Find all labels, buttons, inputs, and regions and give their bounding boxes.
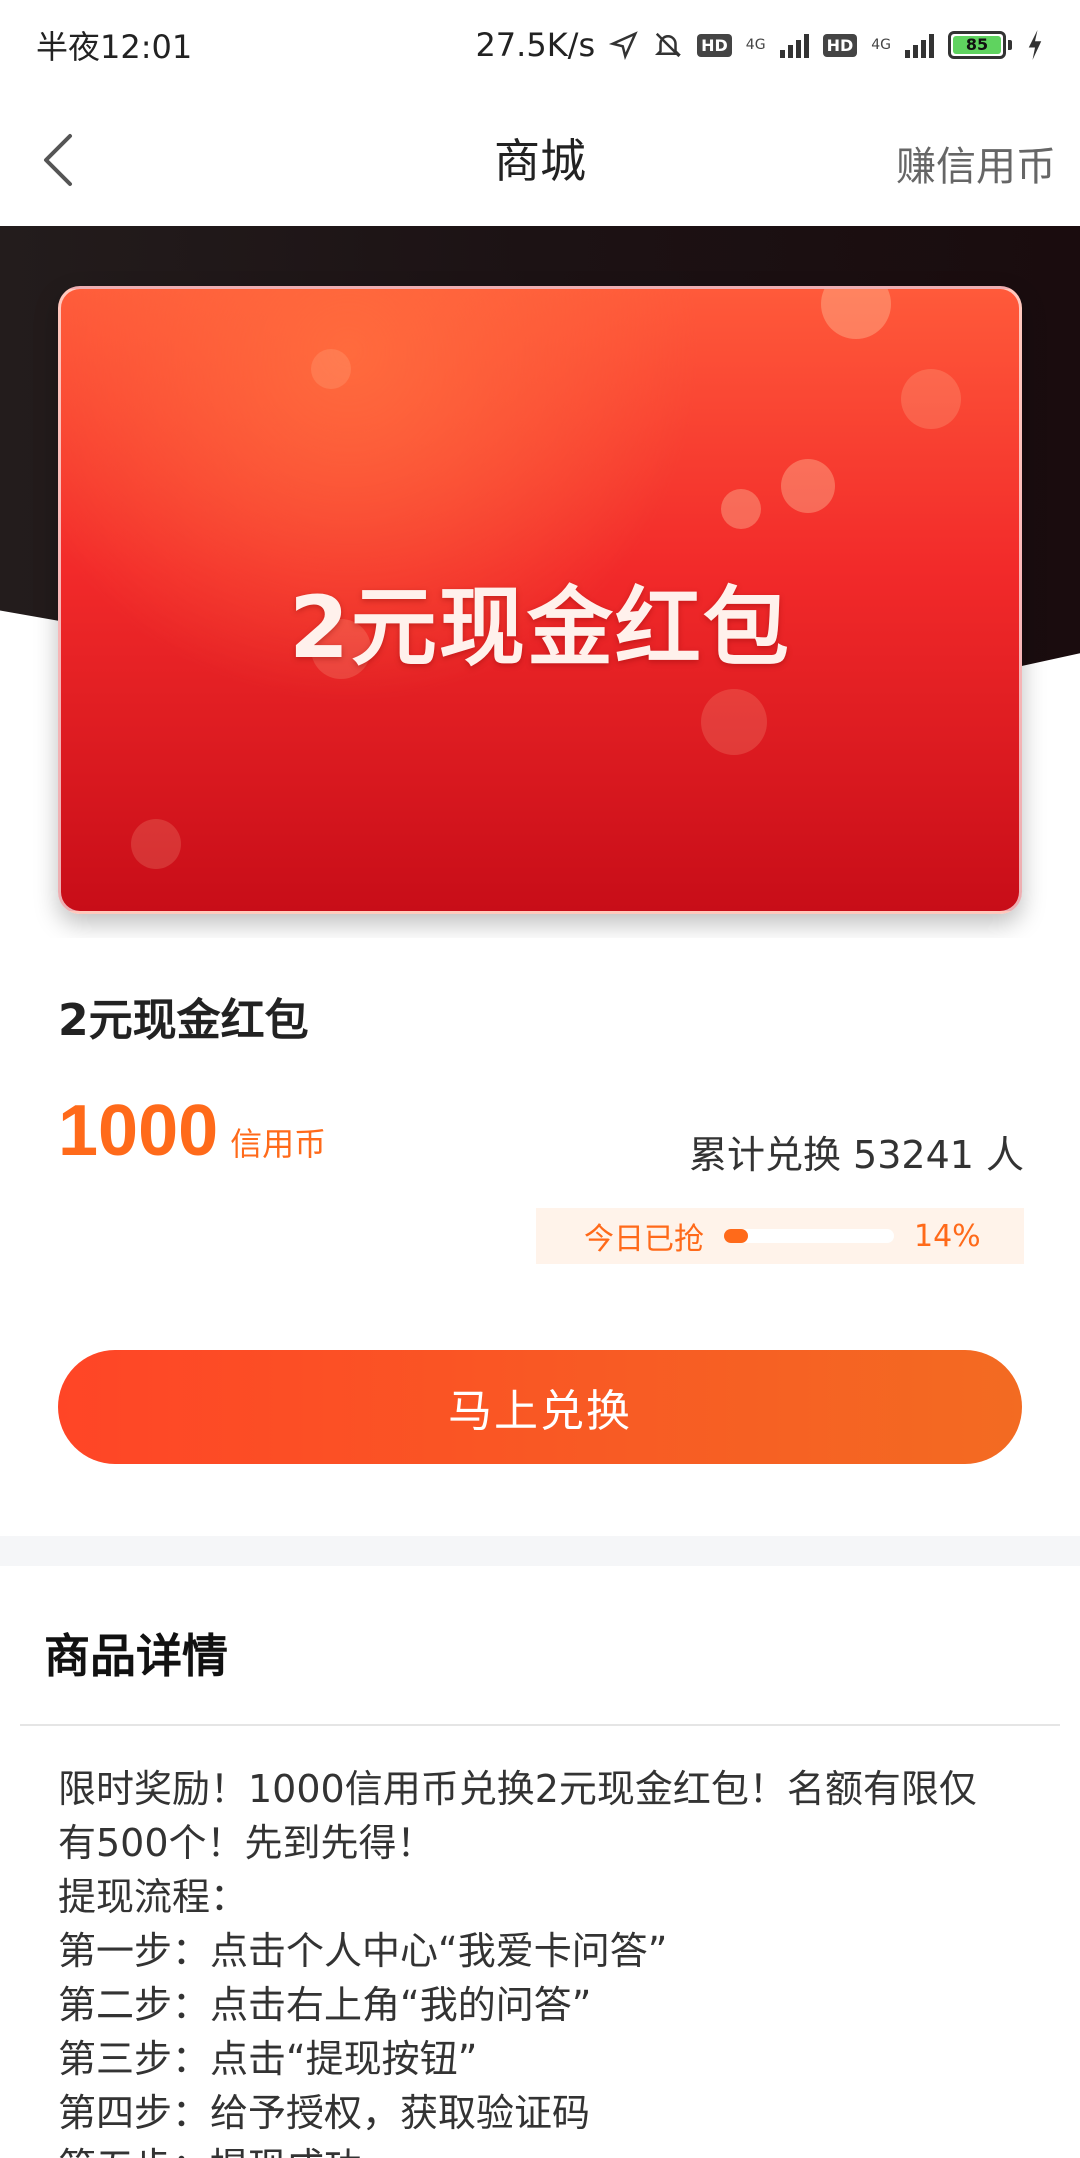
network-speed: 27.5K/s [475, 26, 596, 64]
earn-credits-link[interactable]: 赚信用币 [896, 134, 1056, 192]
back-arrow-icon[interactable] [34, 130, 84, 190]
network-type-2: 4G [871, 37, 891, 53]
mute-bell-icon [655, 32, 682, 58]
progress-label: 今日已抢 [584, 1222, 704, 1257]
detail-line: 有500个！先到先得！ [58, 1821, 435, 1865]
signal-icon-2 [905, 32, 934, 58]
details-title: 商品详情 [44, 1629, 228, 1683]
detail-line: 提现流程： [58, 1875, 249, 1919]
network-type: 4G [745, 37, 766, 53]
product-card-image: 2元现金红包 [58, 286, 1022, 914]
details-rule [20, 1724, 1060, 1726]
card-title: 2元现金红包 [289, 578, 791, 678]
page-title: 商城 [494, 134, 586, 188]
signal-icon [779, 32, 809, 58]
progress-percent: 14% [914, 1218, 981, 1254]
detail-line: 第四步：给予授权，获取验证码 [58, 2091, 591, 2135]
battery-icon: 85 [948, 31, 1012, 59]
hd-badge-2: HD [822, 33, 858, 57]
price-value: 1000 [58, 1091, 219, 1171]
price-unit: 信用币 [230, 1125, 327, 1163]
battery-level: 85 [953, 36, 1001, 54]
detail-line: 第三步：点击“提现按钮” [58, 2037, 478, 2081]
status-bar: 半夜12:01 27.5K/s HD 4G HD 4G 85 [0, 0, 1080, 90]
detail-line: 第二步：点击右上角“我的问答” [58, 1983, 592, 2027]
section-divider [0, 1536, 1080, 1566]
detail-line: 第一步：点击个人中心“我爱卡问答” [58, 1929, 668, 1973]
location-icon [609, 31, 638, 60]
status-icons: 27.5K/s HD 4G HD 4G 85 [475, 26, 1044, 64]
exchange-count: 累计兑换 53241 人 [688, 1133, 1024, 1177]
price: 1000 信用币 [58, 1090, 326, 1172]
product-name: 2元现金红包 [58, 995, 309, 1046]
details-body: 限时奖励！1000信用币兑换2元现金红包！名额有限仅 有500个！先到先得！ 提… [58, 1762, 1028, 2158]
progress-bar [724, 1229, 894, 1243]
nav-bar: 商城 赚信用币 [0, 90, 1080, 226]
detail-line: 限时奖励！1000信用币兑换2元现金红包！名额有限仅 [58, 1767, 977, 1811]
charging-icon [1028, 30, 1042, 60]
status-time: 半夜12:01 [36, 28, 193, 66]
product-hero: 2元现金红包 [0, 226, 1080, 938]
detail-line: 第五步：提现成功 [58, 2140, 1028, 2158]
redeem-now-button[interactable]: 马上兑换 [58, 1350, 1022, 1464]
today-progress: 今日已抢 14% [536, 1208, 1024, 1264]
progress-fill [724, 1229, 748, 1243]
hd-badge: HD [697, 33, 732, 57]
